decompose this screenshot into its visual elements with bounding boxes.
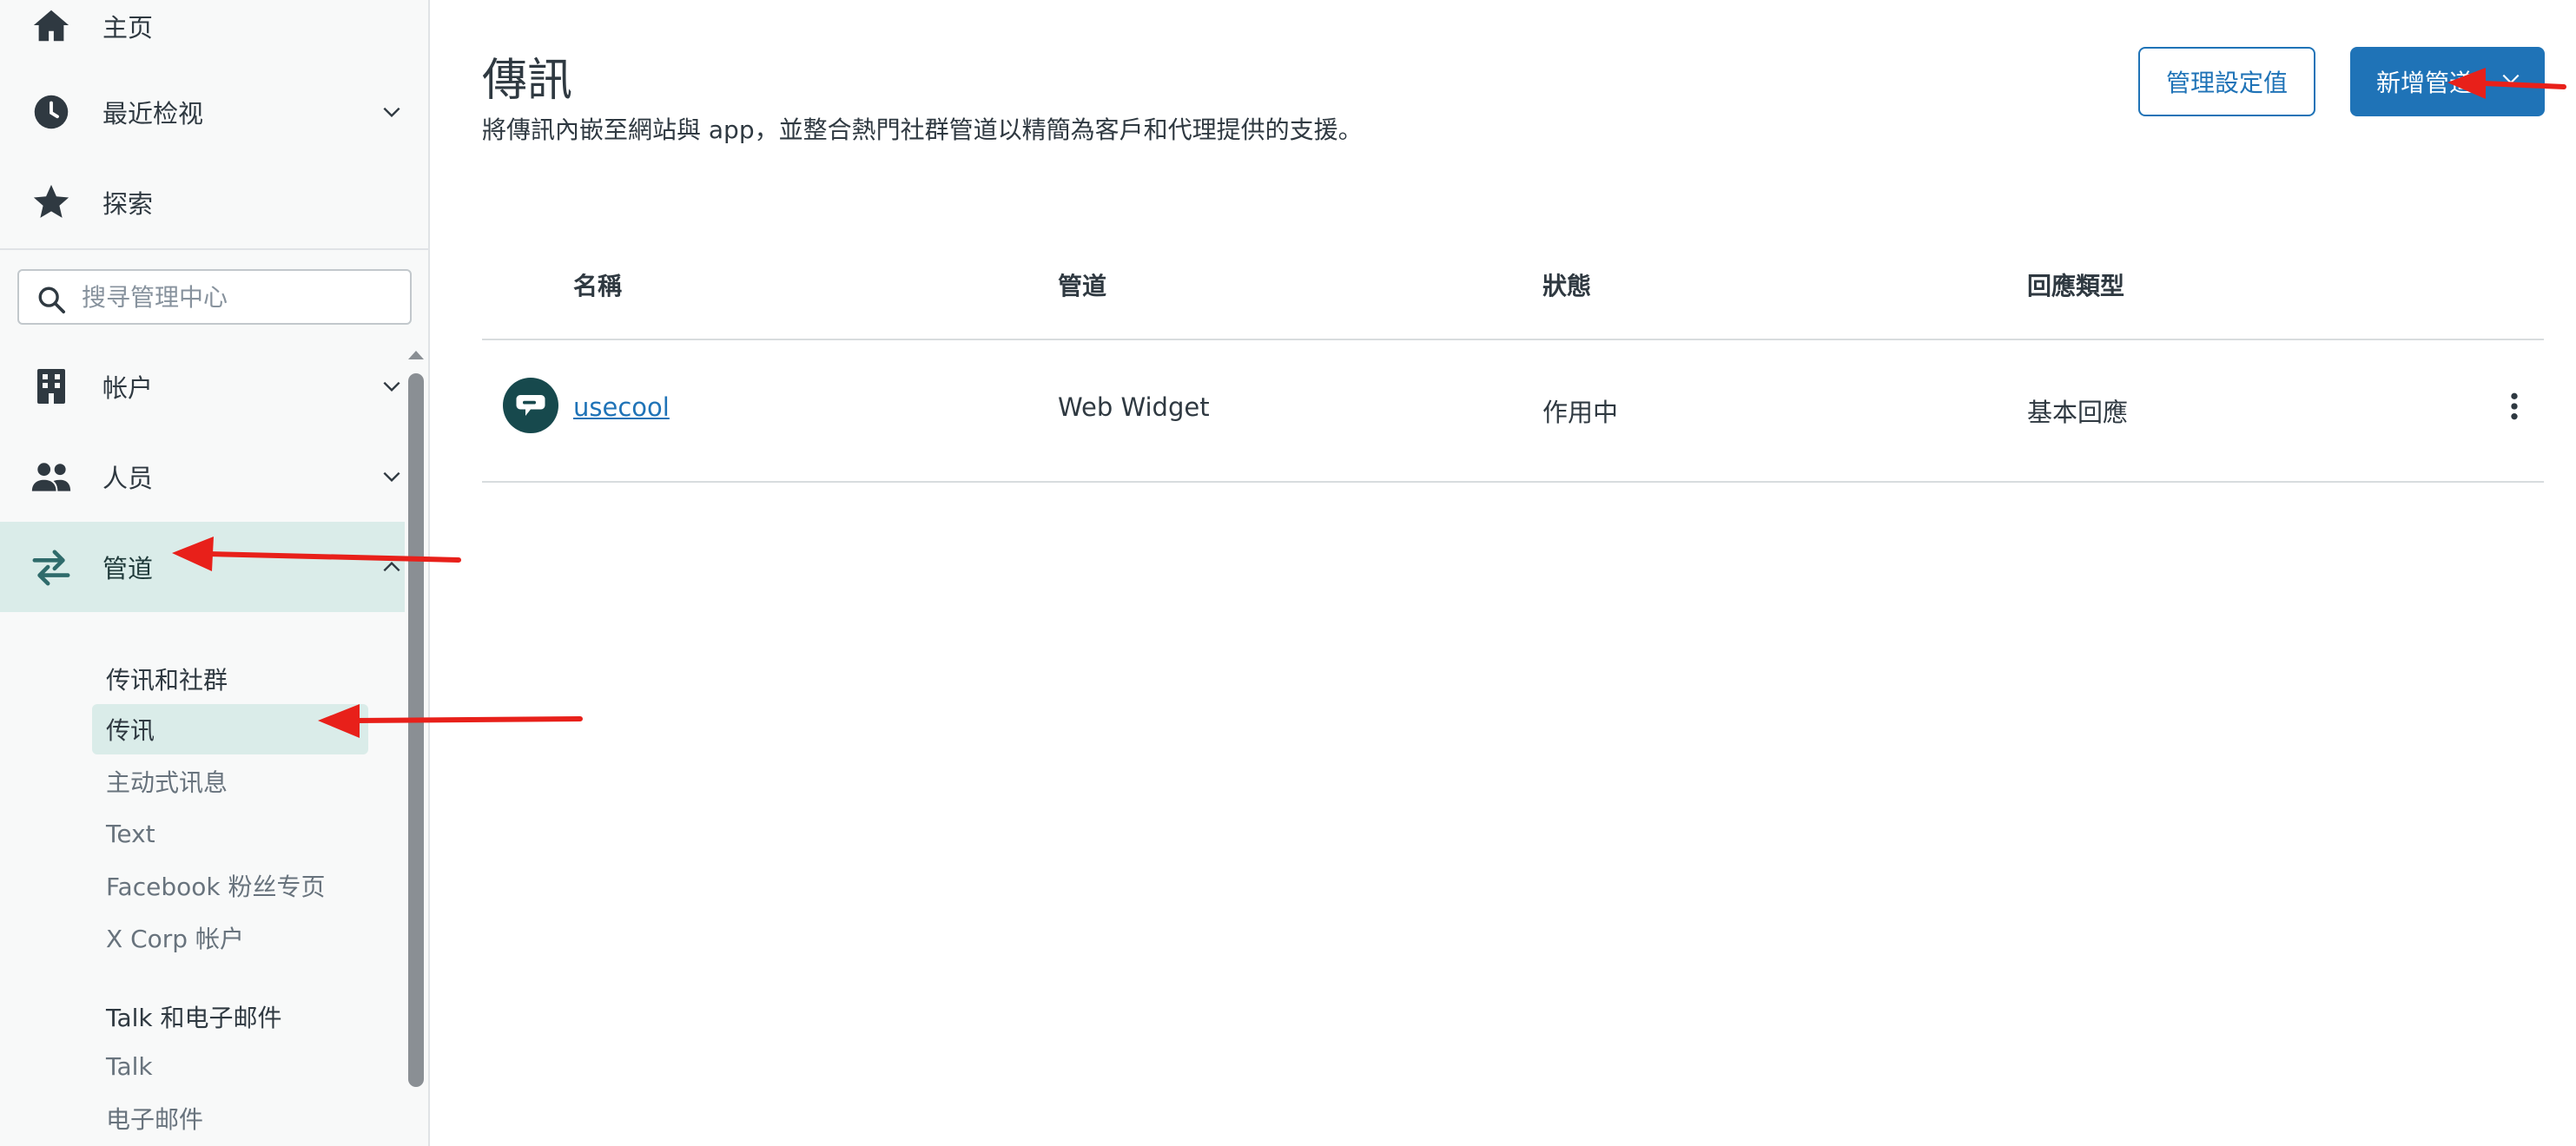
chevron-down-icon[interactable] (379, 373, 405, 399)
table-row-divider (482, 481, 2544, 483)
building-icon (30, 365, 73, 408)
column-header-status[interactable]: 狀態 (1542, 267, 1591, 302)
admin-search[interactable] (17, 269, 412, 325)
sidebar-subitem-messaging[interactable]: 传讯 (92, 704, 368, 754)
home-icon (30, 4, 73, 48)
sidebar-item-home[interactable]: 主页 (0, 0, 405, 71)
main-content: 傳訊 將傳訊內嵌至網站與 app，並整合熱門社群管道以精簡為客戶和代理提供的支援… (432, 0, 2576, 1146)
search-icon (36, 285, 66, 314)
sidebar-subitem-proactive-messages[interactable]: 主动式讯息 (92, 756, 241, 807)
admin-sidebar: 主页 最近检视 探索 帐户 人员 (0, 0, 430, 1146)
search-input[interactable] (82, 278, 403, 316)
sidebar-divider (0, 248, 428, 250)
messaging-group-heading: 传讯和社群 (106, 666, 228, 695)
sidebar-subitem-talk[interactable]: Talk (92, 1041, 167, 1091)
column-header-name[interactable]: 名稱 (573, 267, 622, 302)
scroll-up-arrow-icon[interactable] (408, 351, 424, 359)
page-description: 將傳訊內嵌至網站與 app，並整合熱門社群管道以精簡為客戶和代理提供的支援。 (482, 115, 1363, 144)
people-icon (30, 455, 73, 498)
sidebar-subitem-text[interactable]: Text (92, 808, 169, 859)
sidebar-subitem-email[interactable]: 电子邮件 (92, 1093, 217, 1143)
sidebar-item-label: 主页 (102, 13, 154, 43)
manage-settings-button[interactable]: 管理設定值 (2138, 47, 2315, 116)
status-cell: 作用中 (1542, 398, 1619, 427)
sidebar-item-account[interactable]: 帐户 (0, 341, 405, 431)
sidebar-subitem-facebook[interactable]: Facebook 粉丝专页 (92, 860, 339, 911)
sidebar-item-explore[interactable]: 探索 (0, 157, 405, 247)
chevron-down-icon[interactable] (379, 99, 405, 125)
talk-group-heading: Talk 和电子邮件 (106, 1004, 282, 1032)
sidebar-item-label: 管道 (102, 554, 154, 583)
channel-name-link[interactable]: usecool (573, 392, 670, 422)
sidebar-item-people[interactable]: 人员 (0, 431, 405, 522)
chevron-down-icon[interactable] (379, 464, 405, 490)
page-title: 傳訊 (482, 55, 573, 107)
sidebar-item-label: 最近检视 (102, 99, 204, 128)
sidebar-item-label: 探索 (102, 189, 154, 219)
kebab-menu-icon[interactable] (2497, 389, 2532, 424)
column-header-response-type[interactable]: 回應類型 (2027, 267, 2124, 302)
chevron-down-icon (2498, 68, 2524, 94)
clock-icon (30, 90, 73, 134)
arrows-swap-icon (30, 545, 73, 589)
column-header-channel[interactable]: 管道 (1058, 267, 1106, 302)
chat-bubble-icon (503, 378, 558, 433)
sidebar-item-recent[interactable]: 最近检视 (0, 67, 405, 157)
channel-type-cell: Web Widget (1058, 392, 1210, 422)
add-channel-label: 新增管道 (2376, 69, 2474, 97)
response-type-cell: 基本回應 (2027, 398, 2129, 427)
chevron-up-icon[interactable] (379, 554, 405, 580)
add-channel-button[interactable]: 新增管道 (2350, 47, 2545, 116)
sidebar-item-channels[interactable]: 管道 (0, 522, 405, 612)
sidebar-item-label: 帐户 (102, 373, 154, 403)
sidebar-subitem-x-corp[interactable]: X Corp 帐户 (92, 912, 258, 963)
star-icon (30, 181, 73, 224)
table-header-divider (482, 339, 2544, 340)
sidebar-item-label: 人员 (102, 464, 154, 493)
scrollbar-thumb[interactable] (408, 373, 424, 1087)
